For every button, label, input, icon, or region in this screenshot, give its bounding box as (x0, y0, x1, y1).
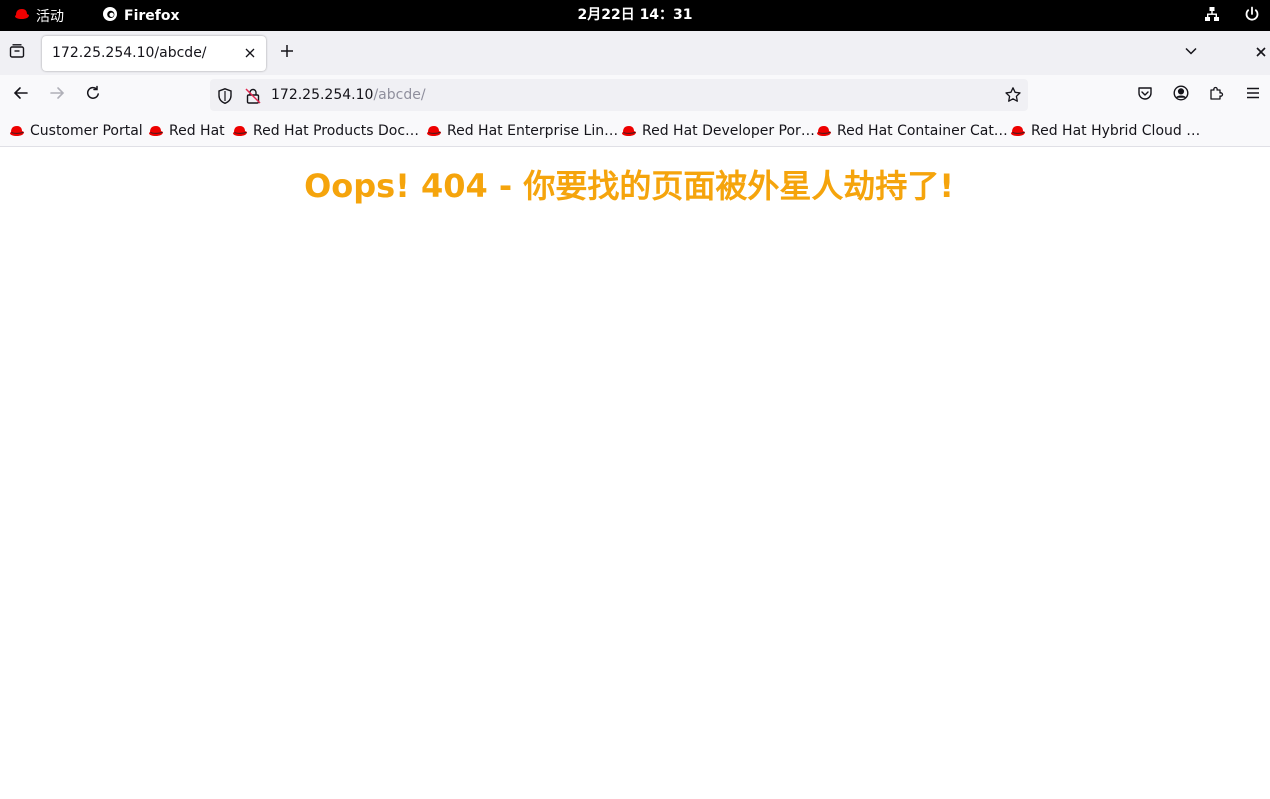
list-all-tabs-button[interactable] (1180, 42, 1202, 64)
activities-label: 活动 (36, 8, 64, 25)
navigation-toolbar: 172.25.254.10/abcde/ (0, 75, 1270, 115)
bookmark-label: Red Hat Developer Por… (642, 122, 815, 139)
url-host: 172.25.254.10 (271, 87, 374, 103)
puzzle-icon (1209, 85, 1225, 105)
forward-button[interactable] (45, 83, 69, 107)
hamburger-menu-icon (1246, 86, 1260, 104)
redhat-icon (1011, 125, 1025, 136)
insecure-lock-icon[interactable] (244, 87, 262, 105)
error-heading: Oops! 404 - 你要找的页面被外星人劫持了! (304, 167, 954, 205)
redhat-icon (427, 125, 441, 136)
back-button[interactable] (9, 83, 33, 107)
reload-icon (85, 85, 101, 105)
redhat-icon (817, 125, 831, 136)
gnome-top-bar: 活动 Firefox 2月22日 14：31 (0, 0, 1270, 31)
bookmark-label: Red Hat Hybrid Cloud … (1031, 122, 1201, 139)
firefox-view-button[interactable] (6, 42, 28, 64)
bookmarks-toolbar: Customer Portal Red Hat Red Hat Products… (0, 115, 1270, 147)
bookmark-item[interactable]: Red Hat Hybrid Cloud … (1010, 115, 1200, 146)
url-bar[interactable]: 172.25.254.10/abcde/ (210, 79, 1028, 111)
forward-arrow-icon (49, 85, 65, 105)
pocket-icon (1137, 85, 1153, 105)
save-to-pocket-button[interactable] (1133, 83, 1157, 107)
bookmark-item[interactable]: Red Hat (148, 115, 225, 146)
redhat-icon (622, 125, 636, 136)
account-icon (1173, 85, 1189, 105)
bookmark-label: Red Hat Container Cat… (837, 122, 1008, 139)
bookmark-item[interactable]: Red Hat Developer Por… (621, 115, 815, 146)
app-menu-button[interactable] (1241, 83, 1265, 107)
plus-icon (280, 44, 294, 62)
power-icon[interactable] (1244, 6, 1260, 26)
network-icon[interactable] (1204, 6, 1220, 26)
tab-title: 172.25.254.10/abcde/ (52, 45, 207, 61)
app-name: Firefox (124, 7, 180, 24)
firefox-icon (102, 6, 118, 26)
firefox-view-icon (9, 43, 25, 63)
bookmark-item[interactable]: Red Hat Enterprise Lin… (426, 115, 618, 146)
tab-active[interactable]: 172.25.254.10/abcde/ (42, 36, 266, 71)
bookmark-item[interactable]: Red Hat Products Doc… (232, 115, 419, 146)
account-button[interactable] (1169, 83, 1193, 107)
back-arrow-icon (13, 85, 29, 105)
system-tray[interactable] (1204, 0, 1260, 31)
url-text[interactable]: 172.25.254.10/abcde/ (271, 79, 426, 111)
reload-button[interactable] (81, 83, 105, 107)
bookmark-label: Customer Portal (30, 122, 143, 139)
activities-button[interactable]: 活动 (14, 0, 64, 31)
redhat-icon (10, 125, 24, 136)
bookmark-star-icon[interactable] (1004, 86, 1022, 104)
close-icon (1256, 45, 1266, 61)
bookmark-item[interactable]: Customer Portal (9, 115, 143, 146)
tab-strip: 172.25.254.10/abcde/ (0, 31, 1270, 75)
chevron-down-icon (1184, 44, 1198, 62)
bookmark-label: Red Hat Products Doc… (253, 122, 420, 139)
page-content: Oops! 404 - 你要找的页面被外星人劫持了! (0, 147, 1270, 799)
redhat-icon (14, 8, 30, 24)
app-menu[interactable]: Firefox (102, 0, 180, 31)
clock[interactable]: 2月22日 14：31 (577, 7, 692, 23)
window-close-button[interactable] (1256, 44, 1270, 62)
extensions-button[interactable] (1205, 83, 1229, 107)
tab-close-button[interactable] (242, 45, 258, 61)
redhat-icon (149, 125, 163, 136)
bookmark-label: Red Hat Enterprise Lin… (447, 122, 619, 139)
bookmark-item[interactable]: Red Hat Container Cat… (816, 115, 1008, 146)
new-tab-button[interactable] (276, 42, 298, 64)
bookmark-label: Red Hat (169, 122, 225, 139)
url-path: /abcde/ (373, 87, 426, 103)
redhat-icon (233, 125, 247, 136)
tracking-protection-shield-icon[interactable] (216, 87, 234, 105)
